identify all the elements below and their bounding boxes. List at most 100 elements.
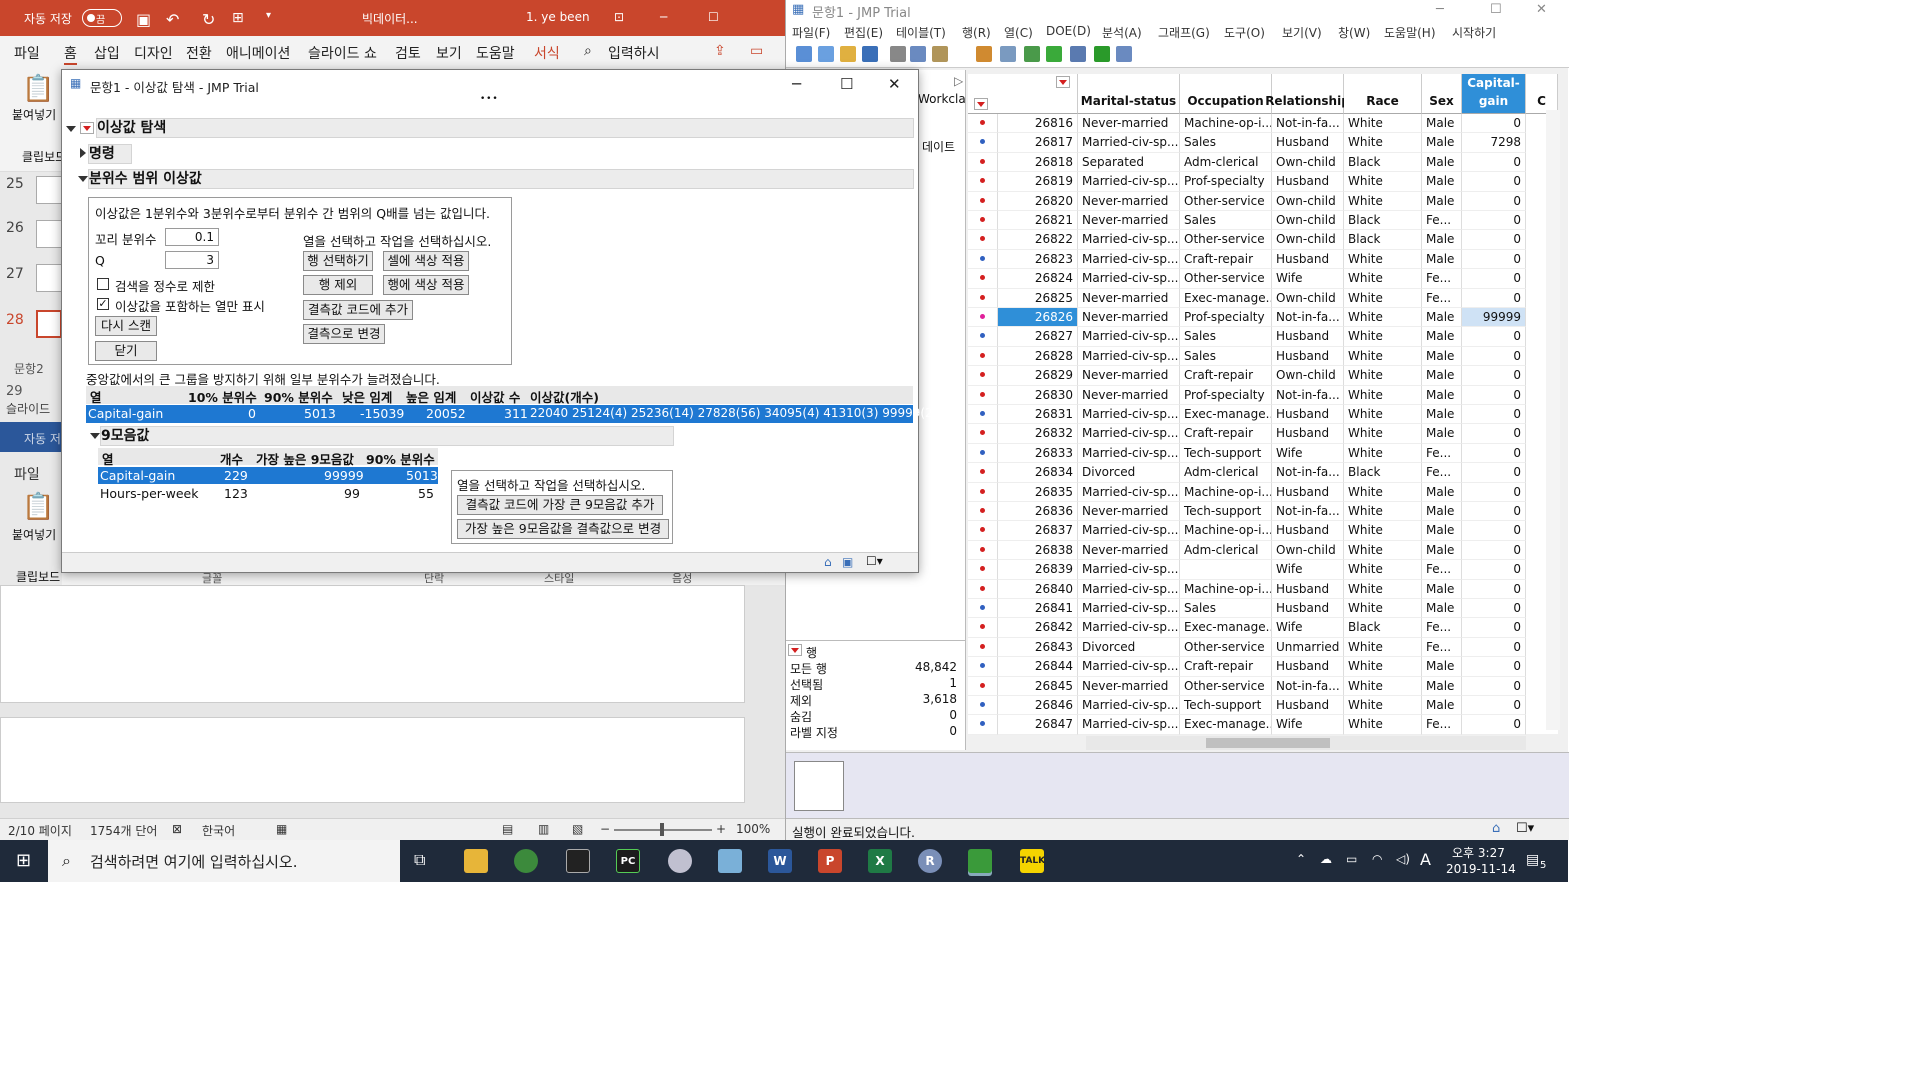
slide-thumbnail[interactable]	[36, 220, 62, 248]
cell-relationship[interactable]: Wife	[1272, 618, 1344, 638]
cell-sex[interactable]: Male	[1422, 405, 1462, 425]
cell-sex[interactable]: Male	[1422, 152, 1462, 173]
cell-relationship[interactable]: Not-in-fa...	[1272, 385, 1344, 405]
show-outlier-columns-checkbox[interactable]: ✓	[97, 298, 109, 310]
cell-occupation[interactable]: Machine-op-i...	[1180, 579, 1272, 599]
cell-race[interactable]: White	[1344, 696, 1422, 716]
column-header-occupation[interactable]: Occupation	[1180, 74, 1272, 114]
cell-sex[interactable]: Male	[1422, 696, 1462, 716]
cell-capital-gain[interactable]: 99999	[1462, 308, 1526, 328]
cell-relationship[interactable]: Not-in-fa...	[1272, 502, 1344, 522]
save-icon[interactable]	[862, 46, 878, 62]
cell-sex[interactable]: Male	[1422, 482, 1462, 502]
cell-sex[interactable]: Male	[1422, 521, 1462, 541]
paste-icon[interactable]: 📋	[22, 74, 54, 104]
cell-marital-status[interactable]: Never-married	[1078, 385, 1180, 405]
cell-occupation[interactable]: Craft-repair	[1180, 366, 1272, 386]
table-row[interactable]: 26817 Married-civ-sp... Sales Husband White M…	[968, 133, 1558, 153]
cell-sex[interactable]: Male	[1422, 346, 1462, 367]
cell-race[interactable]: White	[1344, 443, 1422, 464]
row-header-corner[interactable]	[968, 74, 1078, 114]
cell-marital-status[interactable]: Never-married	[1078, 114, 1180, 134]
cell-occupation[interactable]: Prof-specialty	[1180, 385, 1272, 405]
undo-icon[interactable]: ↶	[166, 10, 179, 29]
cell-relationship[interactable]: Own-child	[1272, 540, 1344, 561]
row-state-cell[interactable]	[968, 269, 998, 289]
cell-marital-status[interactable]: Never-married	[1078, 288, 1180, 308]
table-row[interactable]: 26835 Married-civ-sp... Machine-op-i... Hus…	[968, 482, 1558, 502]
column-header-relationship[interactable]: Relationship	[1265, 74, 1350, 114]
pycharm-icon[interactable]: PC	[616, 849, 640, 873]
row-state-cell[interactable]	[968, 249, 998, 270]
cell-row-id[interactable]: 26834	[998, 463, 1078, 483]
new-table-icon[interactable]	[796, 46, 812, 62]
cell-row-id[interactable]: 26827	[998, 327, 1078, 347]
cell-marital-status[interactable]: Never-married	[1078, 211, 1180, 231]
save-icon[interactable]: ▣	[136, 10, 151, 29]
cell-marital-status[interactable]: Married-civ-sp...	[1078, 405, 1180, 425]
menu-rows[interactable]: 행(R)	[962, 24, 991, 41]
menu-doe[interactable]: DOE(D)	[1046, 24, 1091, 38]
cell-sex[interactable]: Male	[1422, 172, 1462, 192]
row-state-cell[interactable]	[968, 715, 998, 735]
cell-capital-gain[interactable]: 0	[1462, 405, 1526, 425]
cell-race[interactable]: White	[1344, 579, 1422, 599]
cell-marital-status[interactable]: Married-civ-sp...	[1078, 482, 1180, 502]
cell-occupation[interactable]: Exec-manage...	[1180, 405, 1272, 425]
menu-edit[interactable]: 편집(E)	[844, 24, 883, 41]
table-row[interactable]: 26818 Separated Adm-clerical Own-child Black…	[968, 152, 1558, 173]
cell-occupation[interactable]: Other-service	[1180, 230, 1272, 250]
zoom-slider-thumb[interactable]	[660, 823, 664, 836]
cell-relationship[interactable]: Own-child	[1272, 152, 1344, 173]
col-header[interactable]: 가장 높은 9모음값	[256, 449, 354, 468]
cell-relationship[interactable]: Wife	[1272, 443, 1344, 464]
cell-race[interactable]: White	[1344, 540, 1422, 561]
row-state-cell[interactable]	[968, 637, 998, 658]
cell-relationship[interactable]: Husband	[1272, 696, 1344, 716]
proofing-icon[interactable]: ⊠	[172, 822, 182, 836]
cell-capital-gain[interactable]: 0	[1462, 560, 1526, 580]
cell-row-id[interactable]: 26819	[998, 172, 1078, 192]
collapse-icon[interactable]	[78, 176, 88, 182]
cell-race[interactable]: White	[1344, 172, 1422, 192]
cell-marital-status[interactable]: Married-civ-sp...	[1078, 249, 1180, 270]
cell-race[interactable]: White	[1344, 249, 1422, 270]
cell-occupation[interactable]: Machine-op-i...	[1180, 482, 1272, 502]
ppt-tab-transitions[interactable]: 전환	[186, 43, 212, 63]
cell-row-id[interactable]: 26836	[998, 502, 1078, 522]
task-view-icon[interactable]: ⧉	[414, 850, 425, 870]
menu-tools[interactable]: 도구(O)	[1224, 24, 1265, 41]
cell-sex[interactable]: Male	[1422, 114, 1462, 134]
ppt-tab-file[interactable]: 파일	[14, 43, 40, 63]
table-row[interactable]: 26847 Married-civ-sp... Exec-manage... Wife…	[968, 715, 1558, 735]
col-header[interactable]: 열	[102, 449, 114, 468]
cell-sex[interactable]: Fe...	[1422, 560, 1462, 580]
cell-occupation[interactable]: Exec-manage...	[1180, 618, 1272, 638]
cell-race[interactable]: White	[1344, 637, 1422, 658]
table-row[interactable]: 26843 Divorced Other-service Unmarried White…	[968, 637, 1558, 658]
cell-capital-gain[interactable]: 0	[1462, 521, 1526, 541]
cell-race[interactable]: White	[1344, 191, 1422, 211]
cell-race[interactable]: Black	[1344, 230, 1422, 250]
column-header-marital-status[interactable]: Marital-status	[1078, 74, 1180, 114]
home-icon[interactable]: ⌂	[1492, 821, 1500, 836]
menu-file[interactable]: 파일(F)	[792, 24, 830, 41]
cell-race[interactable]: White	[1344, 424, 1422, 444]
cell-relationship[interactable]: Husband	[1272, 521, 1344, 541]
document-page[interactable]	[0, 717, 745, 803]
cell-marital-status[interactable]: Married-civ-sp...	[1078, 521, 1180, 541]
cell-race[interactable]: White	[1344, 269, 1422, 289]
windows-start-icon[interactable]: ⊞	[16, 850, 31, 871]
cell-race[interactable]: White	[1344, 327, 1422, 347]
cell-relationship[interactable]: Own-child	[1272, 230, 1344, 250]
cell-occupation[interactable]: Adm-clerical	[1180, 540, 1272, 561]
cell-relationship[interactable]: Wife	[1272, 715, 1344, 735]
row-state-cell[interactable]	[968, 405, 998, 425]
cell-occupation[interactable]: Other-service	[1180, 676, 1272, 696]
scrollbar-thumb[interactable]	[1206, 738, 1330, 748]
cell-row-id[interactable]: 26823	[998, 249, 1078, 270]
cell-sex[interactable]: Fe...	[1422, 443, 1462, 464]
cell-marital-status[interactable]: Married-civ-sp...	[1078, 327, 1180, 347]
cell-occupation[interactable]: Prof-specialty	[1180, 172, 1272, 192]
col-header[interactable]: 이상값 수	[470, 387, 520, 406]
